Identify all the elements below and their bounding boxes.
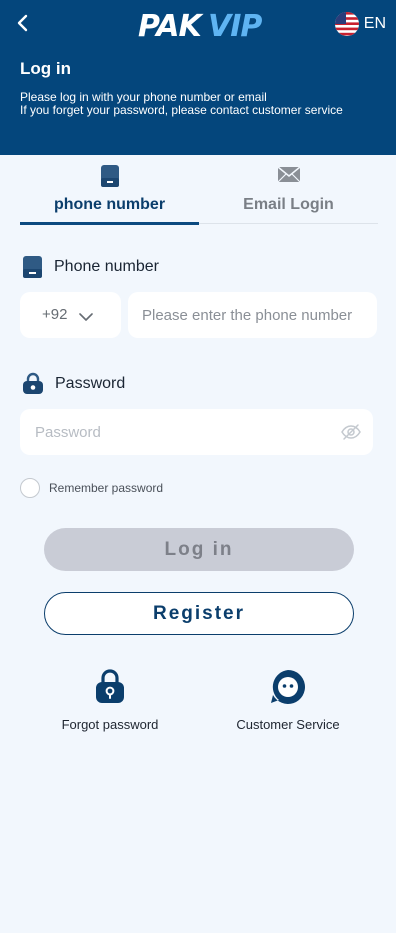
eye-off-icon[interactable]: [341, 422, 361, 447]
tab-email-login[interactable]: Email Login: [199, 160, 378, 224]
brand-logo: PAK VIP: [138, 6, 263, 44]
password-label: Password: [22, 372, 125, 395]
password-input-wrapper: [20, 409, 373, 455]
password-input[interactable]: [20, 409, 373, 455]
tab-phone-number[interactable]: phone number: [20, 160, 199, 225]
phone-icon: [100, 164, 120, 193]
customer-service-icon: [269, 668, 307, 711]
customer-service-label: Customer Service: [236, 717, 340, 732]
remember-radio[interactable]: [20, 478, 40, 498]
forgot-password-label: Forgot password: [61, 717, 159, 732]
back-arrow-icon[interactable]: [12, 10, 36, 36]
customer-service-link[interactable]: Customer Service: [218, 668, 358, 738]
mail-icon: [277, 164, 301, 189]
tab-label: phone number: [53, 196, 166, 213]
language-label: EN: [363, 15, 386, 32]
remember-password-toggle[interactable]: Remember password: [20, 478, 163, 498]
active-tab-indicator: [20, 222, 199, 225]
phone-icon: [23, 256, 42, 278]
lock-icon: [95, 668, 125, 709]
phone-input-wrapper: [128, 292, 377, 338]
page-title: Log in: [20, 59, 71, 78]
register-button[interactable]: Register: [44, 592, 354, 635]
remember-password-label: Remember password: [49, 481, 164, 495]
phone-number-label: Phone number: [22, 255, 159, 279]
header-instruction-1: Please log in with your phone number or …: [20, 90, 267, 104]
lock-icon: [23, 372, 43, 394]
chevron-down-icon: [79, 309, 93, 327]
svg-text:VIP: VIP: [208, 9, 262, 42]
us-flag-icon: [334, 12, 359, 36]
forgot-password-link[interactable]: Forgot password: [40, 668, 180, 738]
country-code-value: +92: [42, 306, 68, 323]
svg-text:PAK: PAK: [138, 9, 204, 42]
header-instruction-2: If you forget your password, please cont…: [20, 103, 343, 117]
header: PAK VIP EN Log in Please log in with you…: [0, 0, 396, 155]
language-switcher[interactable]: EN: [334, 12, 386, 36]
login-tabs: phone number Email Login: [20, 160, 378, 225]
login-button[interactable]: Log in: [44, 528, 354, 571]
country-code-select[interactable]: +92: [20, 292, 121, 338]
phone-number-input[interactable]: [128, 292, 377, 338]
tab-label: Email Login: [243, 196, 334, 213]
